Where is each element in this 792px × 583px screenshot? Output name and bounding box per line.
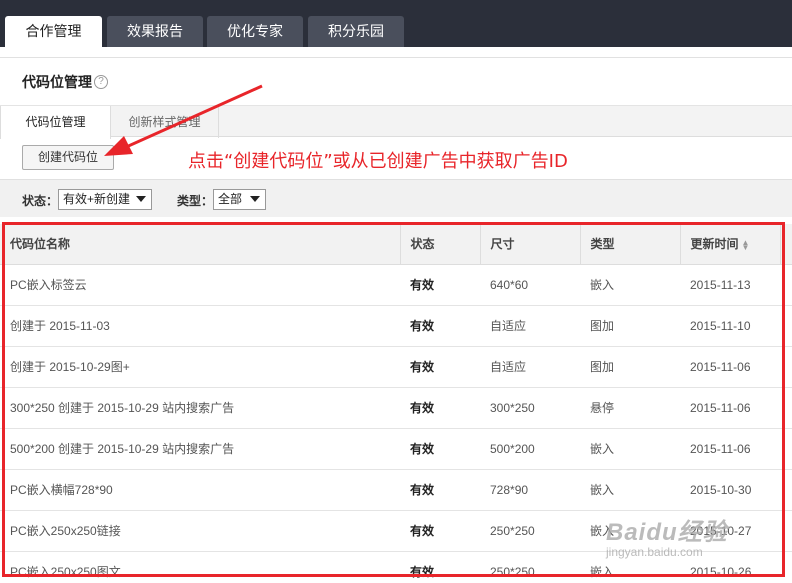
cell-status: 有效 — [400, 305, 480, 347]
cell-name: PC嵌入标签云 — [0, 264, 400, 306]
cell-updated: 2015-10-27 — [680, 510, 780, 552]
type-filter-label: 类型： — [177, 194, 214, 208]
cell-size: 728*90 — [480, 469, 580, 511]
cell-type: 嵌入 — [580, 428, 680, 470]
subtab-code-position-management[interactable]: 代码位管理 — [0, 106, 111, 139]
cell-status: 有效 — [400, 428, 480, 470]
cell-type: 嵌入 — [580, 264, 680, 306]
column-header-extra — [780, 224, 792, 265]
create-code-position-button[interactable]: 创建代码位 — [22, 145, 114, 170]
type-filter-select[interactable]: 全部 — [213, 189, 266, 210]
table-row[interactable]: 500*200 创建于 2015-10-29 站内搜索广告 有效 500*200 嵌入… — [0, 428, 792, 470]
question-icon[interactable]: ? — [94, 75, 108, 89]
cell-updated: 2015-11-06 — [680, 387, 780, 429]
table-header-row: 代码位名称 状态 尺寸 类型 更新时间 ▲ ▼ — [0, 224, 792, 265]
cell-extra — [780, 469, 792, 511]
cell-status: 有效 — [400, 346, 480, 388]
status-filter-value: 有效+新创建 — [63, 192, 131, 206]
cell-extra — [780, 510, 792, 552]
cell-updated: 2015-10-26 — [680, 551, 780, 583]
cell-size: 自适应 — [480, 305, 580, 347]
cell-status: 有效 — [400, 551, 480, 583]
sub-tab-bar: 代码位管理 创新样式管理 — [0, 105, 792, 139]
column-header-type: 类型 — [580, 224, 681, 265]
cell-size: 500*200 — [480, 428, 580, 470]
table-row[interactable]: PC嵌入标签云 有效 640*60 嵌入 2015-11-13 — [0, 264, 792, 306]
cell-extra — [780, 387, 792, 429]
cell-type: 嵌入 — [580, 551, 680, 583]
code-position-table: 代码位名称 状态 尺寸 类型 更新时间 ▲ ▼ PC嵌入标签云 有效 640*60 嵌入 2… — [0, 224, 792, 583]
cell-updated: 2015-10-30 — [680, 469, 780, 511]
tab-cooperation-management[interactable]: 合作管理 — [5, 16, 102, 47]
cell-status: 有效 — [400, 510, 480, 552]
cell-status: 有效 — [400, 264, 480, 306]
tab-points-park[interactable]: 积分乐园 — [308, 16, 404, 47]
cell-size: 250*250 — [480, 551, 580, 583]
cell-name: 300*250 创建于 2015-10-29 站内搜索广告 — [0, 387, 400, 429]
cell-status: 有效 — [400, 469, 480, 511]
cell-type: 悬停 — [580, 387, 680, 429]
cell-status: 有效 — [400, 387, 480, 429]
cell-size: 自适应 — [480, 346, 580, 388]
cell-type: 图加 — [580, 346, 680, 388]
cell-size: 640*60 — [480, 264, 580, 306]
cell-name: 500*200 创建于 2015-10-29 站内搜索广告 — [0, 428, 400, 470]
cell-updated: 2015-11-13 — [680, 264, 780, 306]
cell-extra — [780, 264, 792, 306]
status-filter-select[interactable]: 有效+新创建 — [58, 189, 152, 210]
cell-extra — [780, 346, 792, 388]
filter-bar: 状态： 有效+新创建 类型： 全部 — [0, 179, 792, 217]
type-filter-value: 全部 — [218, 192, 243, 206]
table-row[interactable]: PC嵌入250x250图文 有效 250*250 嵌入 2015-10-26 — [0, 551, 792, 583]
updated-header-label: 更新时间 — [690, 237, 739, 252]
cell-extra — [780, 551, 792, 583]
table-row[interactable]: 创建于 2015-10-29图+ 有效 自适应 图加 2015-11-06 — [0, 346, 792, 388]
page-title: 代码位管理 — [22, 74, 92, 90]
cell-updated: 2015-11-10 — [680, 305, 780, 347]
cell-name: PC嵌入250x250图文 — [0, 551, 400, 583]
column-header-name: 代码位名称 — [0, 224, 401, 265]
cell-updated: 2015-11-06 — [680, 346, 780, 388]
column-header-size: 尺寸 — [480, 224, 581, 265]
tab-optimization-expert[interactable]: 优化专家 — [207, 16, 303, 47]
cell-name: PC嵌入250x250链接 — [0, 510, 400, 552]
cell-updated: 2015-11-06 — [680, 428, 780, 470]
tab-effect-report[interactable]: 效果报告 — [107, 16, 203, 47]
top-nav-bar: 合作管理 效果报告 优化专家 积分乐园 — [0, 0, 792, 47]
sort-icon[interactable]: ▲ ▼ — [742, 239, 750, 252]
code-position-table-wrapper: 代码位名称 状态 尺寸 类型 更新时间 ▲ ▼ PC嵌入标签云 有效 640*60 嵌入 2… — [0, 224, 792, 583]
status-filter-label: 状态： — [22, 194, 59, 208]
table-row[interactable]: 300*250 创建于 2015-10-29 站内搜索广告 有效 300*250 悬停… — [0, 387, 792, 429]
cell-name: 创建于 2015-10-29图+ — [0, 346, 400, 388]
table-row[interactable]: 创建于 2015-11-03 有效 自适应 图加 2015-11-10 — [0, 305, 792, 347]
cell-extra — [780, 305, 792, 347]
column-header-status: 状态 — [400, 224, 481, 265]
cell-name: 创建于 2015-11-03 — [0, 305, 400, 347]
cell-extra — [780, 428, 792, 470]
table-row[interactable]: PC嵌入横幅728*90 有效 728*90 嵌入 2015-10-30 — [0, 469, 792, 511]
subtab-creative-style-management[interactable]: 创新样式管理 — [111, 106, 219, 138]
instruction-annotation: 点击“创建代码位”或从已创建广告中获取广告ID — [188, 151, 568, 172]
main-card: 代码位管理 ? 代码位管理 创新样式管理 创建代码位 点击“创建代码位”或从已创… — [0, 57, 792, 583]
column-header-updated[interactable]: 更新时间 ▲ ▼ — [680, 224, 781, 265]
cell-size: 250*250 — [480, 510, 580, 552]
table-body: PC嵌入标签云 有效 640*60 嵌入 2015-11-13 创建于 2015-11-0… — [0, 264, 792, 583]
cell-type: 嵌入 — [580, 469, 680, 511]
chevron-down-icon — [250, 196, 260, 202]
cell-size: 300*250 — [480, 387, 580, 429]
cell-type: 图加 — [580, 305, 680, 347]
table-row[interactable]: PC嵌入250x250链接 有效 250*250 嵌入 2015-10-27 — [0, 510, 792, 552]
cell-type: 嵌入 — [580, 510, 680, 552]
chevron-down-icon — [136, 196, 146, 202]
cell-name: PC嵌入横幅728*90 — [0, 469, 400, 511]
